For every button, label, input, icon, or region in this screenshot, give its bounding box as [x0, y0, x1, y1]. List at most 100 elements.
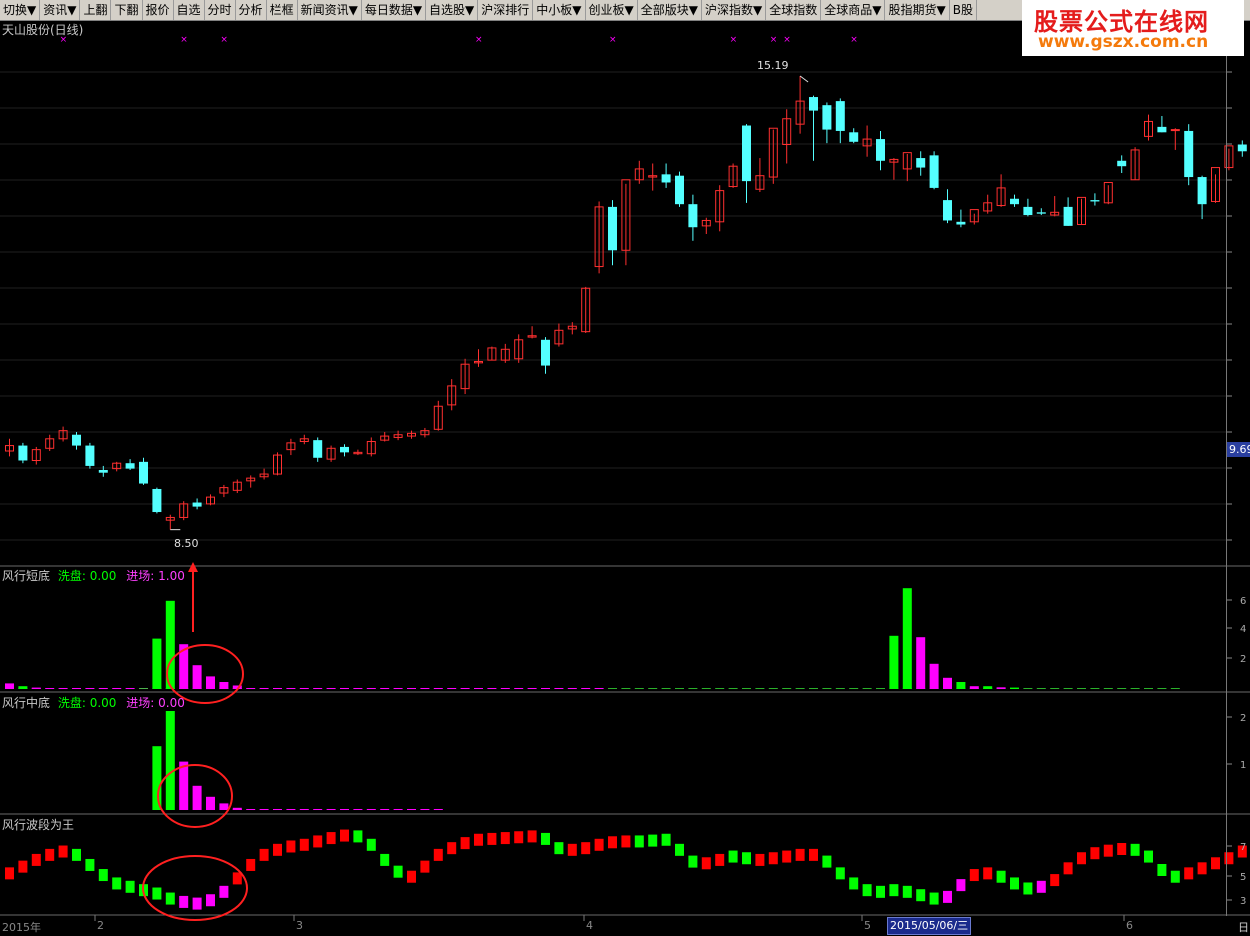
- wave-block: [1117, 843, 1127, 855]
- short-bar: [929, 663, 939, 689]
- wave-block: [567, 843, 577, 856]
- short-bar: [192, 665, 202, 689]
- wave-block: [152, 887, 162, 900]
- short-baseline-dash: [474, 688, 483, 689]
- short-bar: [31, 687, 41, 689]
- wave-block: [219, 885, 229, 898]
- current-price-tag: 9.69: [1227, 442, 1250, 457]
- signal-mark: ×: [180, 35, 188, 45]
- mid-bar: [192, 785, 202, 810]
- candle-body-down: [675, 175, 684, 205]
- wave-block: [661, 833, 671, 846]
- mid-baseline-dash: [420, 809, 430, 810]
- wave-block: [232, 872, 242, 885]
- candle-body-down: [608, 206, 617, 251]
- site-watermark: 股票公式在线网 www.gszx.com.cn: [1022, 0, 1244, 56]
- short-baseline-dash: [299, 688, 309, 689]
- price-axis: [1226, 20, 1250, 916]
- wave-block: [246, 858, 256, 871]
- wave-block: [608, 836, 617, 849]
- signal-mark: ×: [730, 35, 738, 45]
- signal-mark: ×: [770, 35, 778, 45]
- signal-mark: ×: [783, 35, 791, 45]
- period-label[interactable]: 日: [1238, 919, 1249, 935]
- signal-mark: ×: [475, 35, 483, 45]
- wave-block: [1170, 870, 1180, 883]
- short-baseline-dash: [500, 688, 510, 689]
- wave-block: [447, 842, 457, 855]
- short-baseline-dash: [849, 688, 859, 689]
- short-baseline-dash: [246, 688, 256, 689]
- mid-baseline-dash: [380, 809, 390, 810]
- panel-mid-bottom-header: 风行中底 洗盘: 0.00 进场: 0.00: [2, 694, 185, 711]
- wave-block: [943, 890, 952, 903]
- short-baseline-dash: [58, 688, 68, 689]
- wave-block: [1010, 877, 1019, 890]
- wave-block: [259, 848, 269, 861]
- short-baseline-dash: [634, 688, 644, 689]
- candle-body-down: [876, 139, 885, 161]
- stock-title: 天山股份(日线): [2, 23, 84, 37]
- short-baseline-dash: [527, 688, 537, 689]
- wave-block: [755, 853, 765, 866]
- short-baseline-dash: [72, 688, 81, 689]
- short-baseline-dash: [621, 688, 631, 689]
- wave-block: [541, 832, 550, 845]
- wave-block: [675, 843, 684, 856]
- mid-bar: [219, 803, 229, 810]
- wave-block: [795, 848, 805, 861]
- wave-block: [902, 885, 912, 898]
- short-bar: [996, 687, 1006, 689]
- short-baseline-dash: [326, 688, 336, 689]
- short-baseline-dash: [45, 688, 55, 689]
- short-baseline-dash: [393, 688, 403, 689]
- mid-baseline-dash: [112, 809, 122, 810]
- mid-bar: [152, 746, 162, 810]
- mid-bar: [179, 761, 189, 810]
- short-baseline-dash: [782, 688, 792, 689]
- short-baseline-dash: [755, 688, 765, 689]
- short-entry-value: 1.00: [158, 569, 185, 583]
- short-baseline-dash: [809, 688, 818, 689]
- wave-block: [366, 838, 376, 851]
- wave-block: [1211, 857, 1220, 870]
- wave-block: [500, 832, 510, 845]
- wave-block: [688, 855, 698, 868]
- short-baseline-dash: [273, 688, 282, 689]
- wave-block: [594, 838, 604, 851]
- short-baseline-dash: [1157, 688, 1167, 689]
- short-baseline-dash: [1063, 688, 1073, 689]
- xaxis-month-2: 2: [97, 919, 104, 932]
- short-bar: [18, 686, 28, 689]
- wave-block: [715, 853, 725, 866]
- candle-body-down: [192, 502, 202, 507]
- short-baseline-dash: [98, 688, 108, 689]
- short-baseline-dash: [487, 688, 497, 689]
- candle-body-down: [822, 105, 832, 130]
- mid-baseline-dash: [340, 809, 349, 810]
- short-baseline-dash: [554, 688, 564, 689]
- wave-block: [916, 889, 926, 902]
- wave-block: [393, 865, 403, 878]
- short-baseline-dash: [675, 688, 684, 689]
- red-arrow-head: [188, 562, 198, 572]
- xaxis-month-5: 5: [864, 919, 871, 932]
- watermark-url: www.gszx.com.cn: [1038, 32, 1209, 52]
- wave-block: [849, 877, 859, 890]
- candle-body-down: [1184, 130, 1194, 178]
- wave-block: [58, 845, 68, 858]
- panel-short-bottom-title: 风行短底: [2, 569, 51, 583]
- mid-baseline-dash: [5, 809, 14, 810]
- short-bar: [956, 682, 966, 689]
- short-baseline-dash: [514, 688, 524, 689]
- xaxis-month-3: 3: [296, 919, 303, 932]
- kline-chart-canvas[interactable]: × × × × × × × × ×64221753: [0, 0, 1250, 936]
- candle-body-down: [98, 469, 108, 473]
- short-bar: [206, 676, 215, 689]
- candle-body-down: [835, 101, 845, 131]
- candle-body-down: [1023, 206, 1033, 216]
- short-baseline-dash: [286, 688, 296, 689]
- wave-block: [206, 894, 215, 907]
- mid-baseline-dash: [299, 809, 309, 810]
- short-bar: [902, 588, 912, 689]
